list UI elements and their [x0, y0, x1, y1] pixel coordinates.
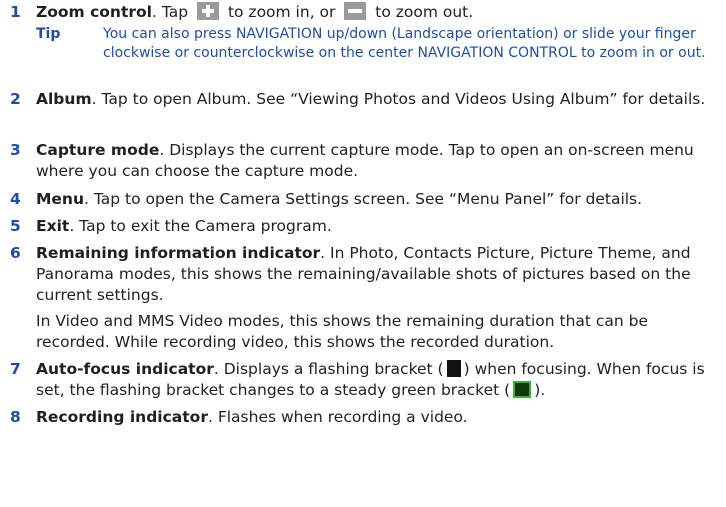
minus-icon	[344, 2, 367, 20]
item-number: 1	[10, 3, 21, 21]
item-text: to zoom out.	[370, 3, 474, 21]
item-number: 5	[10, 217, 21, 235]
item-number: 3	[10, 141, 21, 159]
item-term: Auto-focus indicator	[36, 360, 214, 378]
item-text: ).	[534, 381, 546, 399]
item-body: Auto-focus indicator. Displays a flashin…	[36, 359, 720, 401]
green-bracket-icon	[513, 381, 532, 398]
item-term: Exit	[36, 217, 70, 235]
item-term: Album	[36, 90, 92, 108]
item-number: 2	[10, 90, 21, 108]
item-body: Menu. Tap to open the Camera Settings sc…	[36, 189, 720, 210]
item-term: Zoom control	[36, 3, 152, 21]
item-body: Album. Tap to open Album. See “Viewing P…	[36, 89, 720, 110]
plus-icon	[197, 2, 220, 20]
item-body: Capture mode. Displays the current captu…	[36, 140, 720, 182]
item-text: . Tap to exit the Camera program.	[69, 217, 332, 235]
tip-text: You can also press NAVIGATION up/down (L…	[103, 26, 706, 61]
item-body: Exit. Tap to exit the Camera program.	[36, 216, 720, 237]
tip-label: Tip	[36, 26, 61, 42]
item-number: 6	[10, 244, 21, 262]
item-number: 4	[10, 190, 21, 208]
item-number: 7	[10, 360, 21, 378]
item-text: . Tap to open Album. See “Viewing Photos…	[91, 90, 706, 108]
item-body: Zoom control. Tap to zoom in, or to zoom…	[36, 2, 720, 23]
manual-page: 1 Zoom control. Tap to zoom in, or to zo…	[0, 0, 726, 507]
focus-bracket-icon	[446, 360, 461, 377]
item-number: 8	[10, 408, 21, 426]
item-body: In Video and MMS Video modes, this shows…	[36, 312, 649, 351]
item-term: Menu	[36, 190, 85, 208]
item-text: to zoom in, or	[223, 3, 341, 21]
item-text: . Displays a flashing bracket (	[213, 360, 444, 378]
item-body: Recording indicator. Flashes when record…	[36, 407, 720, 428]
item-body: Remaining information indicator. In Phot…	[36, 243, 720, 306]
item-text: . Flashes when recording a video.	[207, 408, 468, 426]
item-text: . Tap	[151, 3, 194, 21]
item-text: . Tap to open the Camera Settings screen…	[84, 190, 643, 208]
item-term: Capture mode	[36, 141, 160, 159]
item-term: Remaining information indicator	[36, 244, 321, 262]
item-term: Recording indicator	[36, 408, 208, 426]
